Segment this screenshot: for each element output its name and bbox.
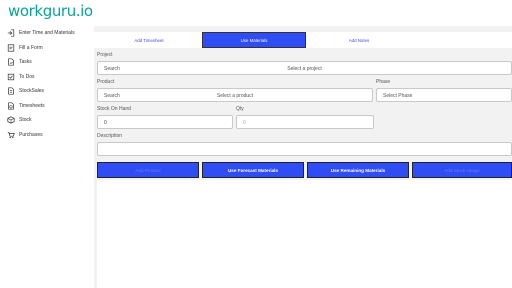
project-label: Project (97, 52, 113, 58)
product-label: Product (97, 79, 115, 85)
tab-add-timesheet[interactable]: Add Timesheet (97, 32, 201, 48)
qty-label: Qty (236, 106, 244, 112)
qty-field[interactable]: 0 (236, 115, 374, 129)
phase-select[interactable]: Select Phase (376, 88, 512, 102)
tab-add-notes[interactable]: Add Notes (307, 32, 411, 48)
sidebar-item-fill-a-form[interactable]: Fill a Form (0, 41, 94, 56)
use-forecast-materials-button[interactable]: Use Forecast Materials (202, 162, 304, 178)
project-placeholder: Select a project (287, 66, 322, 72)
phase-label: Phase (376, 79, 391, 85)
sidebar-item-label: Stock (19, 117, 32, 124)
materials-list-panel (97, 180, 512, 288)
form-icon (6, 43, 15, 52)
workguru-logo: workguru.io (8, 2, 93, 20)
login-icon (6, 29, 15, 38)
sidebar-item-stock[interactable]: Stock (0, 113, 94, 128)
stock-on-hand-field: 0 (97, 115, 233, 129)
description-label: Description (97, 133, 123, 139)
sidebar-item-purchases[interactable]: Purchases (0, 128, 94, 143)
stock-icon (6, 116, 15, 125)
description-field[interactable] (97, 142, 512, 156)
product-placeholder: Select a product (216, 93, 254, 99)
sidebar-item-label: Fill a Form (19, 44, 43, 51)
sidebar: Enter Time and Materials Fill a Form Tas… (0, 26, 94, 288)
stock-on-hand-value: 0 (104, 120, 107, 126)
sidebar-item-label: Timesheets (19, 102, 45, 109)
sidebar-item-tasks[interactable]: Tasks (0, 55, 94, 70)
qty-value: 0 (243, 120, 246, 126)
cart-icon (6, 130, 15, 139)
sidebar-item-label: To Dos (19, 73, 35, 80)
tab-bar: Add Timesheet Use Materials Add Notes (94, 32, 512, 48)
checkbox-icon (6, 72, 15, 81)
stock-sales-icon (6, 87, 15, 96)
use-remaining-materials-button[interactable]: Use Remaining Materials (307, 162, 409, 178)
sidebar-item-to-dos[interactable]: To Dos (0, 70, 94, 85)
tab-use-materials[interactable]: Use Materials (202, 32, 306, 48)
add-stock-usage-button[interactable]: Add Stock Usage (412, 162, 512, 178)
project-select[interactable]: Search Select a project (97, 61, 512, 75)
sidebar-item-timesheets[interactable]: Timesheets (0, 99, 94, 114)
sidebar-item-label: StockSales (19, 88, 45, 95)
phase-placeholder: Select Phase (383, 93, 413, 99)
sidebar-item-stocksales[interactable]: StockSales (0, 84, 94, 99)
sidebar-item-label: Tasks (19, 59, 32, 66)
add-product-button[interactable]: Add Product (97, 162, 199, 178)
stock-on-hand-label: Stock On Hand (97, 106, 131, 112)
product-select[interactable]: Search Select a product (97, 88, 373, 102)
tasks-icon (6, 58, 15, 67)
timesheet-icon (6, 101, 15, 110)
sidebar-item-enter-time-and-materials[interactable]: Enter Time and Materials (0, 26, 94, 41)
sidebar-item-label: Enter Time and Materials (19, 30, 75, 37)
main-content: Add Timesheet Use Materials Add Notes Pr… (94, 26, 512, 288)
sidebar-item-label: Purchases (19, 131, 43, 138)
